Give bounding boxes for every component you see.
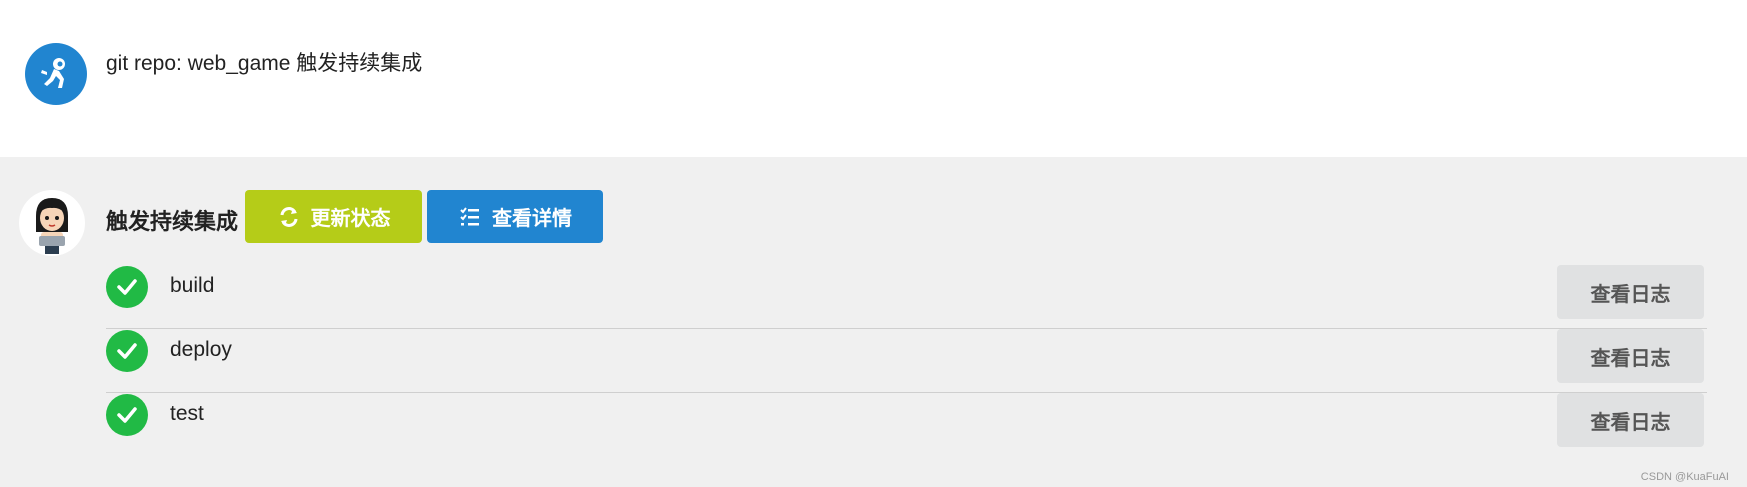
- view-log-button[interactable]: 查看日志: [1557, 329, 1704, 383]
- success-check-icon: [106, 394, 148, 436]
- view-details-button[interactable]: 查看详情: [427, 190, 603, 243]
- success-check-icon: [106, 330, 148, 372]
- job-name: test: [170, 402, 204, 425]
- user-avatar: [19, 190, 85, 256]
- repo-avatar: [25, 43, 87, 105]
- page-title: git repo: web_game 触发持续集成: [106, 52, 423, 75]
- refresh-status-label: 更新状态: [310, 208, 391, 230]
- success-check-icon: [106, 266, 148, 308]
- view-log-button[interactable]: 查看日志: [1557, 393, 1704, 447]
- view-log-button[interactable]: 查看日志: [1557, 265, 1704, 319]
- job-row-deploy: deploy 查看日志: [106, 329, 1707, 393]
- refresh-icon: [277, 205, 301, 229]
- view-details-label: 查看详情: [492, 208, 572, 230]
- repo-header: git repo: web_game 触发持续集成: [0, 0, 1747, 157]
- refresh-status-button[interactable]: 更新状态: [245, 190, 422, 243]
- astronaut-icon: [41, 58, 65, 88]
- task-list-icon: [458, 205, 482, 229]
- user-avatar-icon: [36, 198, 68, 254]
- job-name: build: [170, 274, 215, 297]
- watermark: CSDN @KuaFuAI: [1640, 471, 1729, 483]
- job-name: deploy: [170, 338, 232, 361]
- job-row-test: test 查看日志: [106, 393, 1707, 457]
- pipeline-title: 触发持续集成: [106, 209, 239, 234]
- job-row-build: build 查看日志: [106, 265, 1707, 329]
